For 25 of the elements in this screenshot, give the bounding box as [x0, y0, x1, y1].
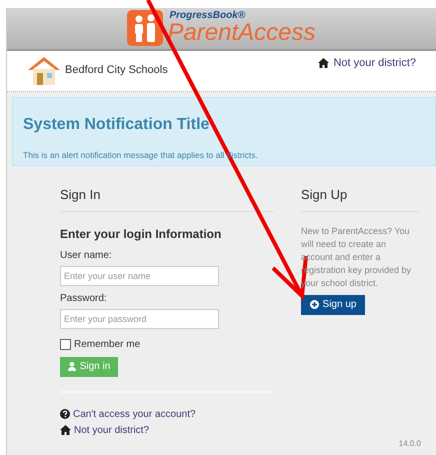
remember-label: Remember me — [74, 338, 140, 352]
text-field[interactable]: Enter your user name — [60, 266, 219, 286]
family-logo-icon — [127, 10, 164, 46]
plus-circle-icon — [310, 300, 319, 310]
school-house-icon — [27, 56, 61, 86]
brand-subtitle: ProgressBook® — [169, 11, 246, 22]
not-your-district-link[interactable]: Not your district? — [60, 422, 274, 438]
not-your-district-link[interactable]: Not your district? — [318, 54, 416, 72]
user-icon — [68, 362, 76, 372]
brand-title: ParentAccess — [167, 21, 316, 46]
help-icon — [60, 409, 70, 420]
sign-up-button[interactable]: Sign up — [301, 294, 365, 315]
sign-in-heading: Sign In — [60, 185, 274, 212]
sign-up-heading: Sign Up — [301, 185, 419, 212]
district-name: Bedford City Schools — [65, 63, 168, 78]
notification-title: System Notification Title — [23, 115, 210, 136]
remember-checkbox[interactable] — [60, 338, 71, 350]
account-help-link[interactable]: Can't access your account? — [60, 406, 274, 422]
field-label: User name: — [60, 248, 113, 263]
text-field[interactable]: Enter your password — [60, 308, 219, 329]
home-icon — [60, 425, 71, 436]
login-subheading: Enter your login Information — [60, 226, 222, 243]
field-label: Password: — [60, 292, 108, 306]
home-icon — [318, 58, 330, 68]
version-label: 14.0.0 — [398, 438, 421, 450]
